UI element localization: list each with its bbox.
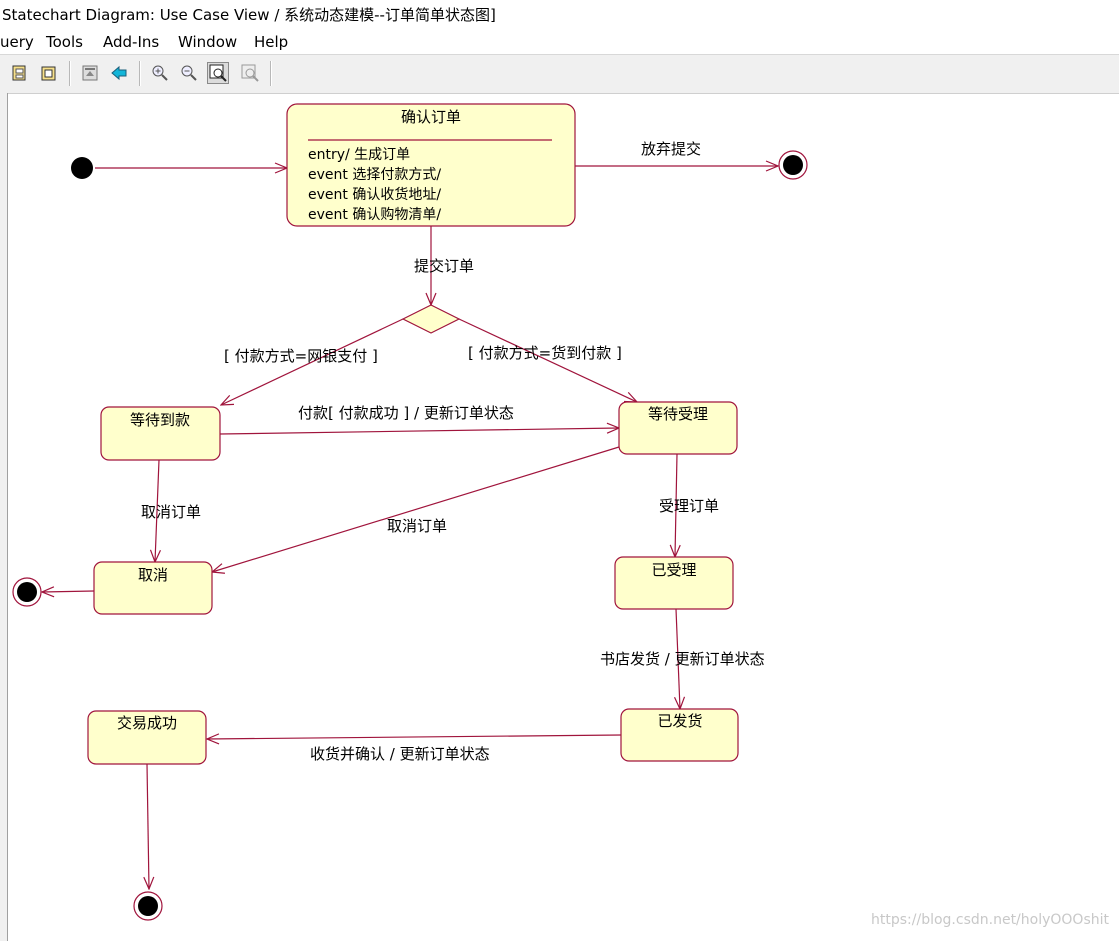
state-awaiting-acceptance[interactable]: 等待受理 <box>618 401 738 455</box>
state-confirm-order-name: 确认订单 <box>401 108 461 126</box>
final-state-abandon[interactable] <box>778 150 808 180</box>
confirm-event-address: event 确认收货地址/ <box>308 186 441 203</box>
state-awaiting-payment[interactable]: 等待到款 <box>100 406 221 461</box>
label-accept: 受理订单 <box>659 497 719 515</box>
label-receive: 收货并确认 / 更新订单状态 <box>310 745 490 763</box>
completed-to-final[interactable] <box>147 763 149 889</box>
label-abandon: 放弃提交 <box>641 140 701 158</box>
watermark: https://blog.csdn.net/holyOOOshit <box>871 912 1109 928</box>
state-accepted-name: 已受理 <box>651 561 696 579</box>
shipped-to-completed[interactable] <box>207 735 622 739</box>
state-awaiting-acceptance-name: 等待受理 <box>648 405 708 423</box>
state-shipped[interactable]: 已发货 <box>620 708 739 762</box>
state-awaiting-payment-name: 等待到款 <box>130 411 190 429</box>
confirm-entry-action: entry/ 生成订单 <box>308 147 410 163</box>
label-cancel-1: 取消订单 <box>141 503 201 521</box>
label-cancel-2: 取消订单 <box>387 517 447 535</box>
statechart-diagram: 确认订单 entry/ 生成订单 event 选择付款方式/ event 确认收… <box>12 103 808 921</box>
label-pay: 付款[ 付款成功 ] / 更新订单状态 <box>298 404 514 422</box>
state-completed[interactable]: 交易成功 <box>87 710 207 765</box>
acceptance-to-cancelled[interactable] <box>212 446 620 572</box>
cancelled-to-final[interactable] <box>42 591 95 592</box>
state-cancelled[interactable]: 取消 <box>93 561 213 615</box>
state-completed-name: 交易成功 <box>117 714 177 732</box>
payment-to-acceptance[interactable] <box>219 428 619 435</box>
label-guard-online: [ 付款方式=网银支付 ] <box>224 347 378 365</box>
choice-decision[interactable] <box>401 304 461 334</box>
state-accepted[interactable]: 已受理 <box>614 556 734 610</box>
confirm-event-cart: event 确认购物清单/ <box>308 207 441 223</box>
label-ship: 书店发货 / 更新订单状态 <box>600 650 765 668</box>
label-guard-cod: [ 付款方式=货到付款 ] <box>468 344 622 362</box>
confirm-event-payment: event 选择付款方式/ <box>308 167 441 183</box>
final-state-cancelled[interactable] <box>12 577 42 607</box>
state-shipped-name: 已发货 <box>657 712 702 730</box>
final-state-completed[interactable] <box>133 891 163 921</box>
state-cancelled-name: 取消 <box>138 566 168 584</box>
label-submit: 提交订单 <box>414 257 474 275</box>
state-confirm-order[interactable]: 确认订单 entry/ 生成订单 event 选择付款方式/ event 确认收… <box>286 103 576 227</box>
initial-state[interactable] <box>71 157 93 179</box>
